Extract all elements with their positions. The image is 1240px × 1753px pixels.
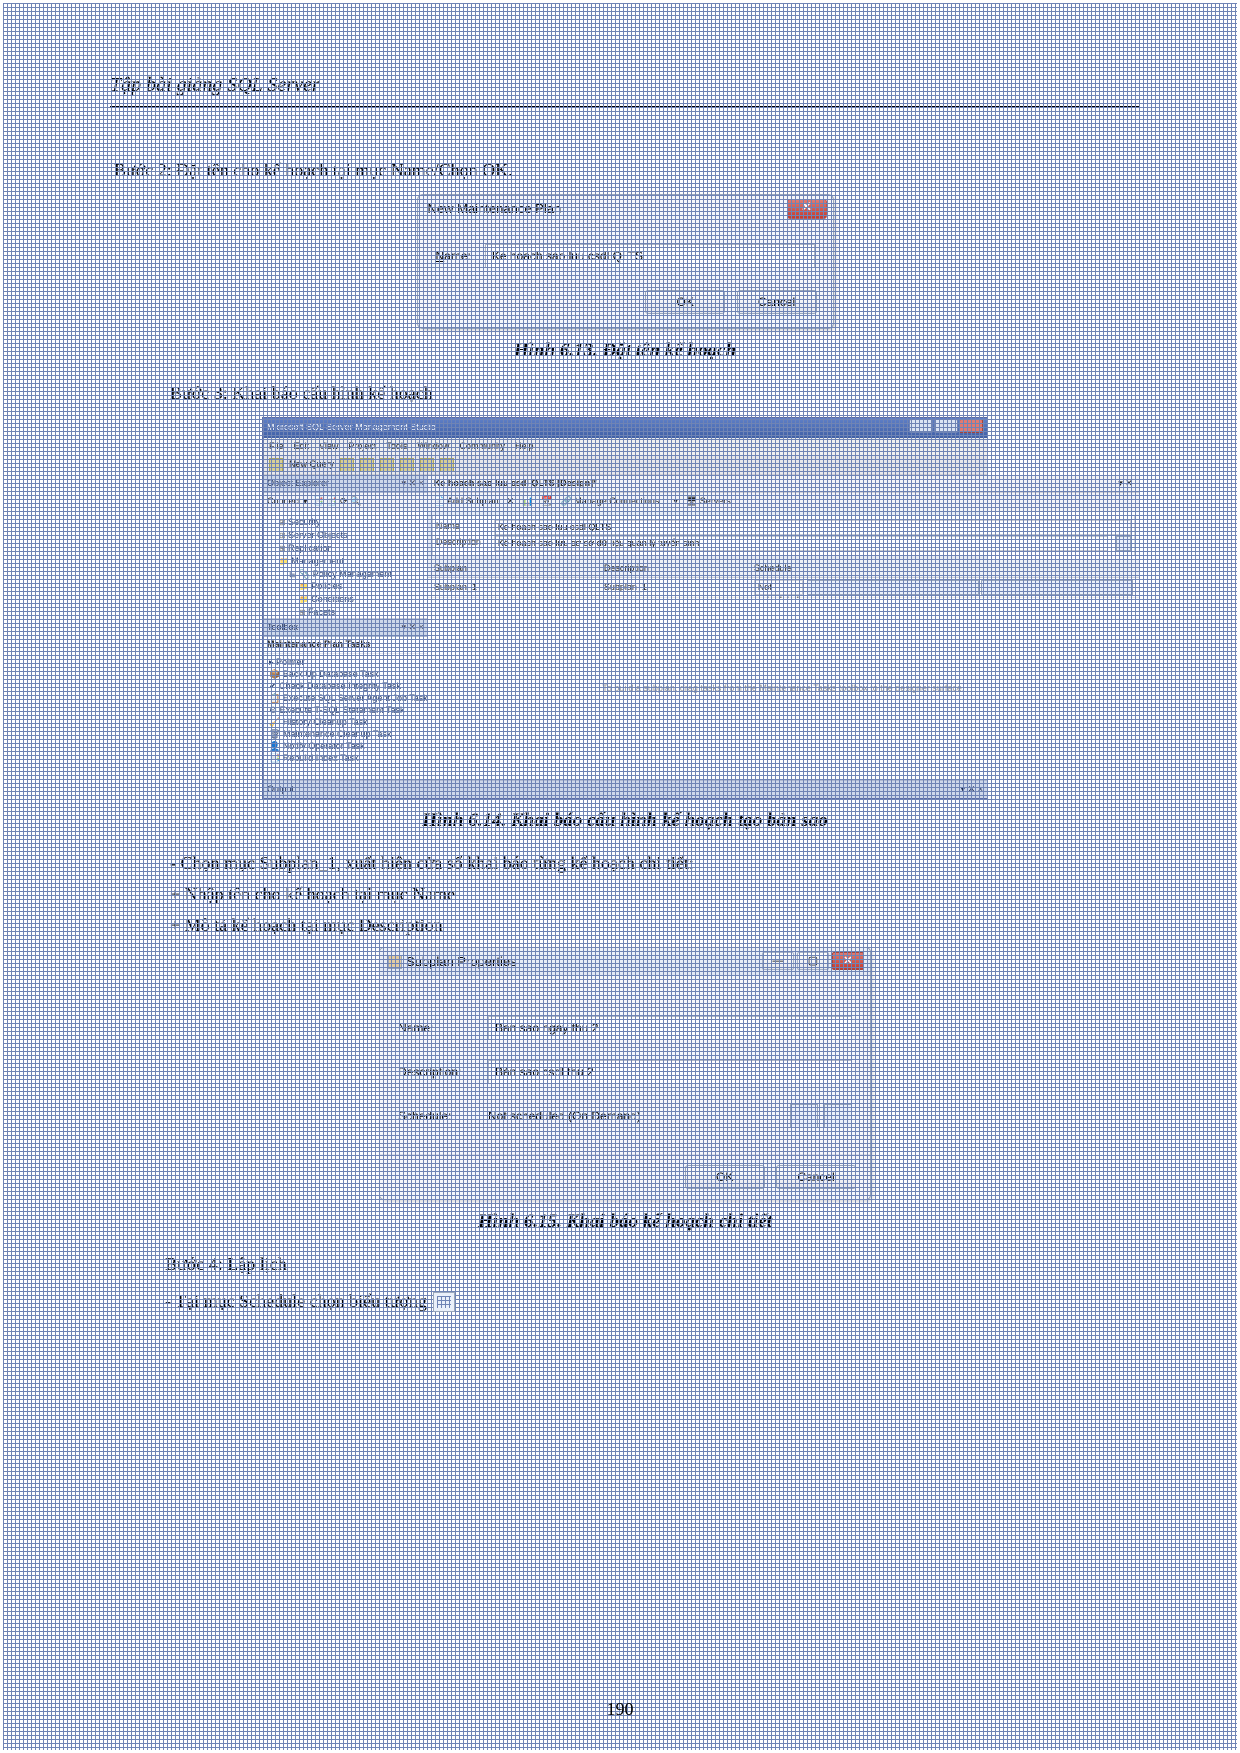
page-number: 190 [607,1696,634,1723]
subplan-properties-dialog: Subplan Properties — ▢ ✕ Name: Descripti… [379,947,871,1201]
schedule-calendar-icon[interactable] [790,1104,818,1128]
calendar-icon [433,1292,455,1312]
